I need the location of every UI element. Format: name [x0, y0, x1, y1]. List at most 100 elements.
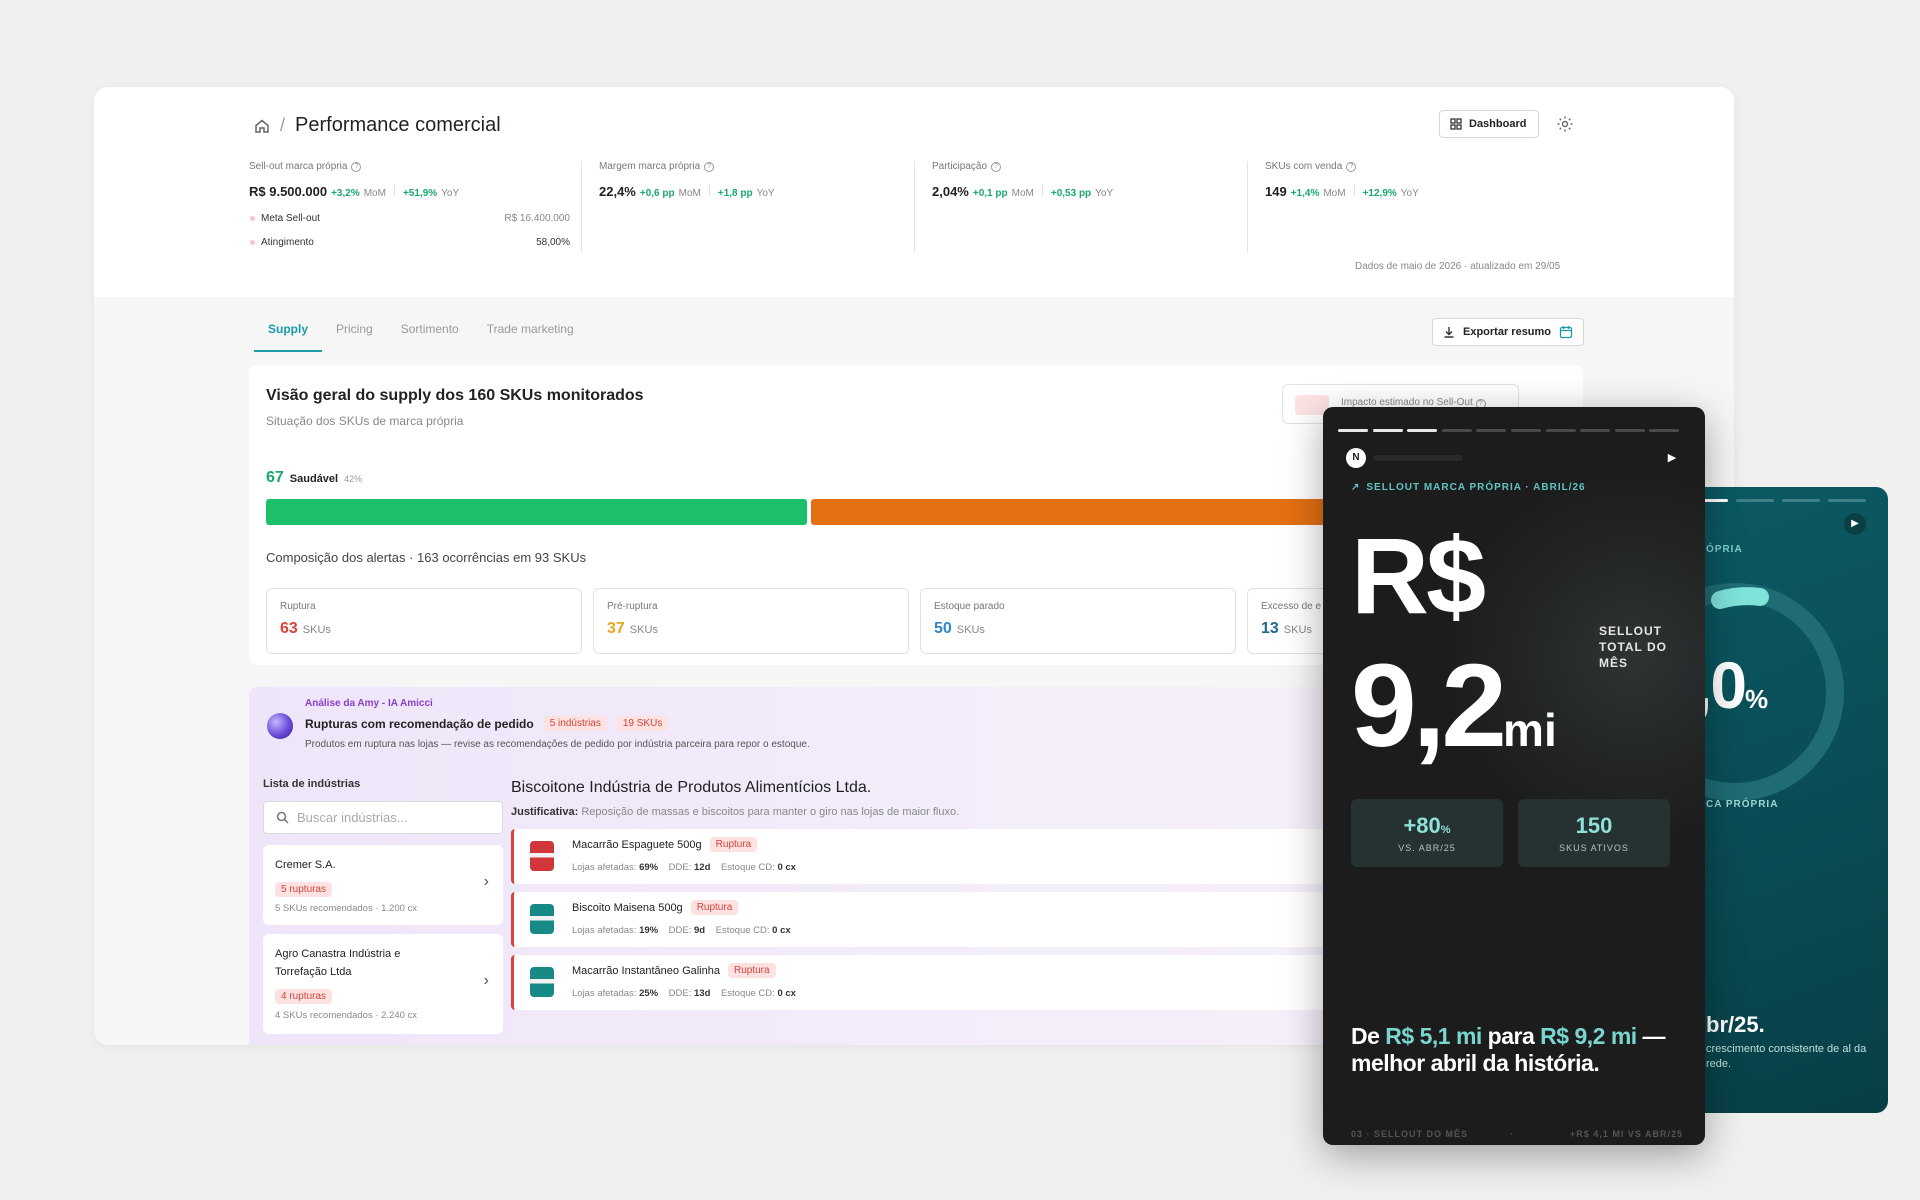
calendar-icon	[1559, 326, 1573, 339]
story-progress-segment	[1580, 429, 1611, 432]
alert-ruptura[interactable]: Ruptura 63 SKUs	[266, 588, 582, 654]
help-icon[interactable]: ?	[1346, 161, 1357, 172]
kpi-value: 149	[1265, 184, 1287, 199]
dashboard-button-label: Dashboard	[1469, 118, 1527, 130]
estoque-value: 0 cx	[777, 988, 796, 999]
industries-badge: 5 indústrias	[543, 716, 607, 731]
story-card-sellout[interactable]: N ▶ ↗ SELLOUT MARCA PRÓPRIA · ABRIL/26 R$…	[1323, 407, 1705, 1145]
healthy-label: Saudável	[289, 473, 339, 485]
kpi-yoy-label: YoY	[756, 188, 775, 199]
kpi-mom-label: MoM	[1323, 188, 1346, 199]
alert-estoque-parado[interactable]: Estoque parado 50 SKUs	[920, 588, 1236, 654]
alert-value: 37	[607, 620, 625, 637]
breadcrumb-separator: /	[280, 115, 286, 135]
tab-sortimento[interactable]: Sortimento	[387, 322, 473, 352]
updated-note: Dados de maio de 2026 · atualizado em 29…	[1355, 261, 1561, 272]
help-icon[interactable]: ?	[991, 161, 1002, 172]
justification-text: Reposição de massas e biscoitos para man…	[581, 806, 960, 818]
play-icon[interactable]: ▶	[1661, 447, 1683, 469]
alert-unit: SKUs	[1283, 624, 1312, 636]
story-card-secondary[interactable]: ▶ ÓPRIA ,0% CA PRÓPRIA br/25. cresciment…	[1690, 487, 1888, 1113]
story2-label: CA PRÓPRIA	[1706, 799, 1779, 810]
industry-meta: 4 SKUs recomendados · 2.240 cx	[275, 1010, 418, 1021]
chevron-right-icon: ›	[483, 873, 489, 890]
tab-pricing[interactable]: Pricing	[322, 322, 387, 352]
kpi-value: 2,04%	[932, 184, 969, 199]
atingimento-row: Atingimento 58,00%	[250, 237, 570, 248]
story-side-label: SELLOUT TOTAL DO MÊS	[1599, 624, 1667, 670]
story-big-unit: mi	[1503, 704, 1557, 756]
home-icon[interactable]	[254, 118, 270, 134]
tab-trade-marketing[interactable]: Trade marketing	[473, 322, 588, 352]
kpi-mom-label: MoM	[678, 188, 701, 199]
story-author-placeholder	[1373, 455, 1463, 461]
product-row[interactable]: Macarrão Espaguete 500g Ruptura Lojas afe…	[511, 829, 1361, 884]
amy-byline: Análise da Amy - IA Amicci	[305, 698, 433, 709]
headline-mid: para	[1481, 1023, 1541, 1049]
dde-value: 9d	[694, 925, 706, 936]
chevron-right-icon: ›	[483, 972, 489, 989]
healthy-summary: 67 Saudável 42%	[266, 469, 362, 487]
industry-search-input[interactable]: Buscar indústrias...	[263, 801, 503, 834]
trend-up-icon: ↗	[1351, 482, 1361, 493]
export-button[interactable]: Exportar resumo	[1432, 318, 1585, 346]
alert-value: 50	[934, 620, 952, 637]
kpi-divider	[1247, 161, 1248, 253]
product-metrics: Lojas afetadas: 19% DDE: 9d Estoque CD: …	[572, 925, 791, 936]
supply-title: Visão geral do supply dos 160 SKUs monit…	[266, 387, 644, 404]
kpi-label: SKUs com venda	[1265, 161, 1343, 172]
tab-supply[interactable]: Supply	[254, 322, 323, 352]
ruptures-badge: 5 rupturas	[275, 882, 333, 897]
healthy-count: 67	[266, 469, 284, 486]
story-kicker: ↗ SELLOUT MARCA PRÓPRIA · ABRIL/26	[1351, 482, 1586, 493]
story-headline: De R$ 5,1 mi para R$ 9,2 mi — melhor abr…	[1351, 1023, 1691, 1077]
industry-item[interactable]: Agro Canastra Indústria e Torrefação Ltd…	[263, 934, 503, 1034]
story2-progress-segment	[1828, 499, 1866, 502]
healthy-bar[interactable]	[266, 499, 807, 525]
help-icon[interactable]: ?	[704, 161, 715, 172]
product-row[interactable]: Biscoito Maisena 500g Ruptura Lojas afeta…	[511, 892, 1361, 947]
healthy-pct: 42%	[344, 474, 363, 484]
search-placeholder: Buscar indústrias...	[297, 810, 408, 825]
dashboard-button[interactable]: Dashboard	[1439, 110, 1540, 138]
amy-title-row: Rupturas com recomendação de pedido 5 in…	[305, 716, 669, 731]
kpi-yoy-label: YoY	[1095, 188, 1114, 199]
product-row[interactable]: Macarrão Instantâneo Galinha Ruptura Loja…	[511, 955, 1361, 1010]
alert-value: 13	[1261, 620, 1279, 637]
story-footer-left: 03 · SELLOUT DO MÊS	[1351, 1129, 1469, 1139]
meta-label: Meta Sell-out	[261, 213, 320, 224]
lojas-value: 19%	[639, 925, 659, 936]
help-icon[interactable]: ?	[351, 161, 362, 172]
kpi-divider	[914, 161, 915, 253]
product-name: Macarrão Instantâneo Galinha	[572, 964, 720, 977]
amy-avatar-icon	[267, 713, 293, 739]
industry-item[interactable]: Cremer S.A. 5 rupturas 5 SKUs recomendad…	[263, 845, 503, 925]
alert-pre-ruptura[interactable]: Pré-ruptura 37 SKUs	[593, 588, 909, 654]
kpi-yoy: +1,8 pp	[717, 188, 753, 199]
stat-value: +80	[1403, 813, 1441, 838]
skus-badge: 19 SKUs	[616, 716, 669, 731]
page-title: Performance comercial	[295, 114, 501, 136]
selected-industry-title: Biscoitone Indústria de Produtos Aliment…	[511, 779, 872, 796]
story2-kicker: ÓPRIA	[1706, 544, 1743, 555]
tab-bar: Supply Pricing Sortimento Trade marketin…	[254, 322, 588, 352]
gear-icon[interactable]	[1556, 115, 1574, 133]
story-footer-dot: ·	[1510, 1129, 1514, 1139]
kpi-label: Participação	[932, 161, 988, 172]
estoque-label: Estoque CD:	[720, 862, 775, 873]
story-progress-segment	[1338, 429, 1368, 432]
lojas-value: 25%	[639, 988, 659, 999]
dde-label: DDE:	[668, 988, 692, 999]
estoque-value: 0 cx	[777, 862, 796, 873]
amy-title: Rupturas com recomendação de pedido	[305, 716, 534, 731]
kpi-skus: SKUs com venda? 149 +1,4% MoM +12,9% YoY	[1265, 161, 1419, 199]
lojas-label: Lojas afetadas:	[572, 862, 637, 873]
story2-play-icon[interactable]: ▶	[1844, 513, 1866, 535]
kpi-value: 22,4%	[599, 184, 636, 199]
kpi-yoy: +0,53 pp	[1050, 188, 1092, 199]
product-metrics: Lojas afetadas: 69% DDE: 12d Estoque CD:…	[572, 862, 796, 873]
kpi-sellout: Sell-out marca própria? R$ 9.500.000 +3,2…	[249, 161, 459, 199]
kpi-mom-label: MoM	[1011, 188, 1034, 199]
kpi-label: Sell-out marca própria	[249, 161, 348, 172]
search-icon	[276, 811, 289, 824]
